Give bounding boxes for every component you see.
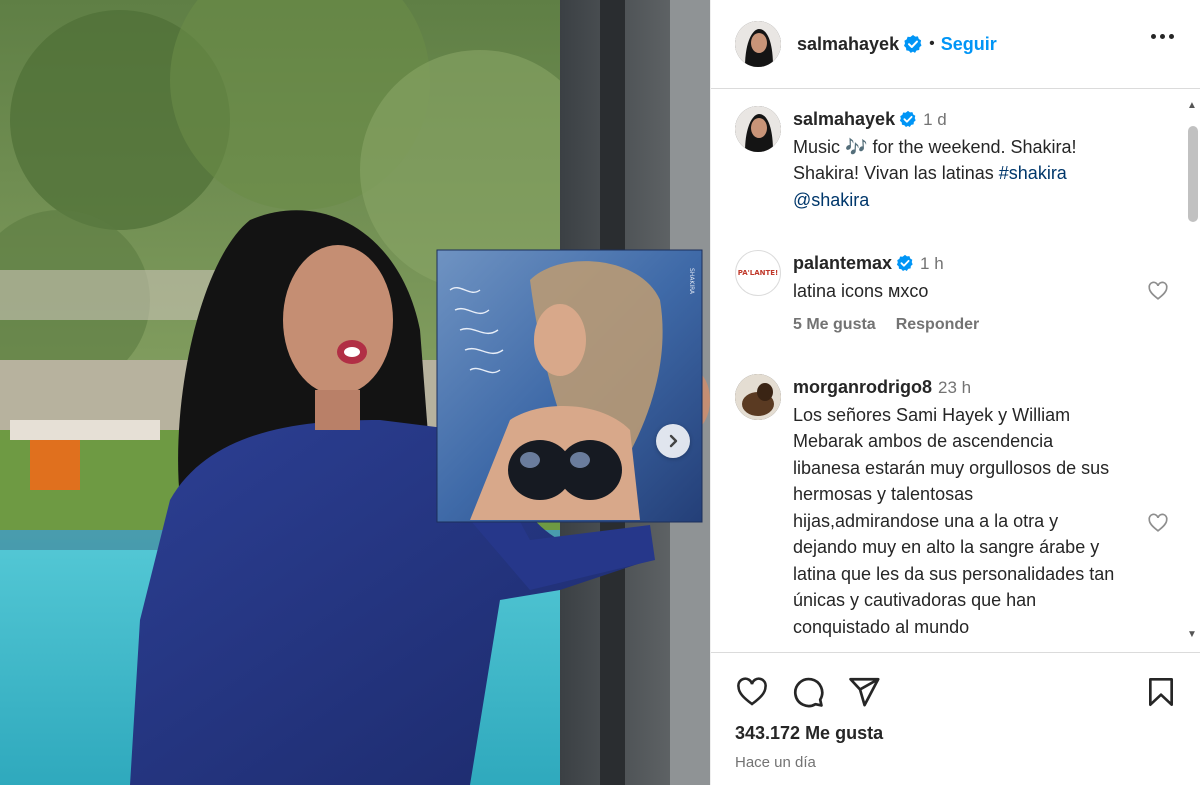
- share-icon[interactable]: [847, 675, 881, 709]
- comment-time[interactable]: 1 h: [920, 254, 944, 273]
- avatar[interactable]: [735, 106, 781, 152]
- avatar[interactable]: PA'LANTE!: [735, 250, 781, 296]
- heart-icon[interactable]: [1147, 280, 1169, 302]
- caption-author[interactable]: salmahayek: [793, 109, 895, 129]
- photo-scene: SHAKIRA: [0, 0, 710, 785]
- separator-dot: •: [929, 35, 935, 52]
- comment-content: Los señores Sami Hayek y William Mebarak…: [793, 404, 1115, 637]
- avatar-image: [735, 21, 781, 67]
- comment: PA'LANTE! palantemax 1 h latina icons ᴍx…: [735, 250, 1187, 350]
- comment: morganrodrigo8 23 h Los señores Sami Haye…: [735, 374, 1187, 652]
- comments-scrollbar[interactable]: ▲ ▼: [1186, 100, 1200, 640]
- post-date[interactable]: Hace un día: [735, 754, 816, 771]
- comment-author[interactable]: palantemax: [793, 253, 892, 273]
- scrollbar-thumb[interactable]: [1188, 126, 1198, 222]
- action-bar: [735, 675, 881, 709]
- post-actions: 343.172 Me gusta Hace un día: [711, 652, 1200, 785]
- avatar[interactable]: [735, 21, 781, 67]
- avatar[interactable]: [735, 374, 781, 420]
- verified-badge-icon: [899, 110, 916, 128]
- comment-time[interactable]: 23 h: [938, 378, 971, 397]
- more-options-icon[interactable]: [1151, 34, 1174, 39]
- scroll-down-icon[interactable]: ▼: [1187, 629, 1197, 640]
- comment-content: latina icons ᴍxᴄᴏ: [793, 280, 929, 301]
- vinyl-album: SHAKIRA: [436, 249, 703, 523]
- post-photo: SHAKIRA: [0, 0, 710, 785]
- scroll-up-icon[interactable]: ▲: [1187, 100, 1197, 111]
- comment-meta: 5 Me gusta Responder: [793, 316, 1147, 334]
- likes-count[interactable]: 343.172 Me gusta: [735, 723, 883, 744]
- verified-badge-icon: [904, 35, 922, 53]
- follow-button[interactable]: Seguir: [941, 34, 997, 55]
- caption-text-start: Music: [793, 136, 846, 157]
- heart-icon[interactable]: [735, 675, 769, 709]
- verified-badge-icon: [896, 254, 913, 272]
- author-username[interactable]: salmahayek: [797, 34, 899, 55]
- music-emoji-icon: 🎶: [845, 136, 868, 157]
- avatar-image: [735, 374, 781, 420]
- caption-body: salmahayek 1 d Music 🎶 for the weekend. …: [793, 106, 1127, 213]
- caption-text: salmahayek 1 d Music 🎶 for the weekend. …: [793, 106, 1127, 213]
- svg-text:SHAKIRA: SHAKIRA: [688, 268, 695, 295]
- caption: salmahayek 1 d Music 🎶 for the weekend. …: [735, 106, 1187, 226]
- post-header-meta: salmahayek • Seguir: [797, 34, 997, 55]
- next-photo-button[interactable]: [656, 424, 690, 458]
- comment-body: palantemax 1 h latina icons ᴍxᴄᴏ 5 Me gu…: [793, 250, 1147, 334]
- comment-author[interactable]: morganrodrigo8: [793, 377, 932, 397]
- comment-text: palantemax 1 h latina icons ᴍxᴄᴏ: [793, 250, 1147, 304]
- comments-list[interactable]: salmahayek 1 d Music 🎶 for the weekend. …: [711, 90, 1187, 652]
- comment-text: morganrodrigo8 23 h Los señores Sami Haye…: [793, 374, 1123, 640]
- reply-button[interactable]: Responder: [896, 316, 980, 334]
- avatar-logo-text: PA'LANTE!: [737, 269, 779, 277]
- comment-body: morganrodrigo8 23 h Los señores Sami Haye…: [793, 374, 1123, 640]
- comment-likes[interactable]: 5 Me gusta: [793, 316, 876, 334]
- comment-icon[interactable]: [791, 675, 825, 709]
- mention-link[interactable]: @shakira: [793, 190, 869, 210]
- hashtag-link[interactable]: #shakira: [999, 163, 1067, 183]
- post-panel: salmahayek • Seguir salmahayek 1 d Music…: [710, 0, 1200, 785]
- avatar-image: [735, 106, 781, 152]
- caption-time[interactable]: 1 d: [923, 110, 947, 129]
- bookmark-icon[interactable]: [1145, 675, 1177, 709]
- post-header: salmahayek • Seguir: [711, 0, 1200, 89]
- chevron-right-icon: [669, 434, 678, 448]
- heart-icon[interactable]: [1147, 512, 1169, 534]
